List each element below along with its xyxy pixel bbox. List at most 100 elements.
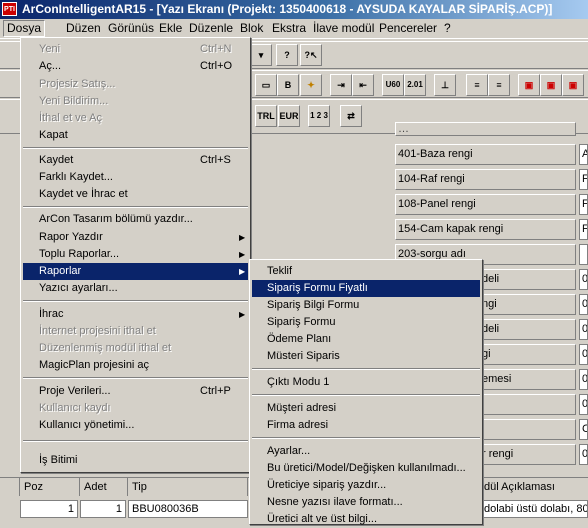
submenu-item-musteri-adresi[interactable]: Müşteri adresi	[252, 400, 480, 417]
property-value[interactable]: F	[579, 169, 588, 190]
swap-icon[interactable]: ⇄	[340, 105, 362, 127]
menu-ekle[interactable]: Ekle	[156, 21, 185, 36]
property-value[interactable]: 0	[579, 294, 588, 315]
cell-aciklama[interactable]: dolabi üstü dolabı, 80x3	[480, 500, 588, 518]
wand-icon[interactable]: ✦	[300, 74, 322, 96]
submenu-item-siparis-formu[interactable]: Sipariş Formu	[252, 314, 480, 331]
dosya-menu: Yeni Ctrl+N Aç... Ctrl+O Projesiz Satış...…	[20, 37, 251, 473]
menu-separator	[252, 368, 480, 370]
menu-blok[interactable]: Blok	[237, 21, 266, 36]
frame-icon[interactable]: ▭	[255, 74, 277, 96]
menu-item-magicplan[interactable]: MagicPlan projesini aç	[23, 357, 248, 374]
property-value[interactable]: 0	[579, 319, 588, 340]
menu-separator	[23, 147, 248, 149]
property-label: 401-Baza rengi	[395, 144, 576, 165]
submenu-item-cikti-modu-1[interactable]: Çıktı Modu 1	[252, 374, 480, 391]
help-icon[interactable]: ?	[276, 44, 298, 66]
menu-gorunus[interactable]: Görünüs	[105, 21, 157, 36]
window-title: ArConIntelligentAR15 - [Yazı Ekranı (Pro…	[22, 2, 553, 16]
menu-duzenle[interactable]: Düzenle	[186, 21, 236, 36]
menu-dosya[interactable]: Dosya	[3, 20, 46, 37]
menu-item-kapat[interactable]: Kapat	[23, 127, 248, 144]
cell-adet[interactable]: 1	[80, 500, 126, 518]
property-value[interactable]: F	[579, 219, 588, 240]
menu-item-yeni[interactable]: Yeni Ctrl+N	[23, 41, 248, 58]
menu-item-yazici-ayarlari[interactable]: Yazıcı ayarları...	[23, 280, 248, 297]
menu-item-ac[interactable]: Aç... Ctrl+O	[23, 58, 248, 75]
column-header-adet[interactable]: Adet	[80, 478, 128, 496]
column-header-poz[interactable]: Poz	[20, 478, 80, 496]
property-value[interactable]: 0	[579, 369, 588, 390]
menu-item-kaydet[interactable]: Kaydet Ctrl+S	[23, 152, 248, 169]
export-red-icon[interactable]: ▣	[518, 74, 540, 96]
cell-tip[interactable]: BBU080036B	[128, 500, 248, 518]
currency-trl-button[interactable]: TRL	[255, 105, 277, 127]
menu-item-kullanici-kaydi[interactable]: Kullanıcı kaydı	[23, 400, 248, 417]
align-right-icon[interactable]: ≡	[488, 74, 510, 96]
menu-item-yeni-bildirim[interactable]: Yeni Bildirim...	[23, 93, 248, 110]
menu-item-duzenlenmis-modul[interactable]: Düzenlenmiş modül ithal et	[23, 340, 248, 357]
submenu-item-kullanilmadi[interactable]: Bu üretici/Model/Değişken kullanılmadı..…	[252, 460, 480, 477]
export-red-3-icon[interactable]: ▣	[562, 74, 584, 96]
submenu-item-siparis-bilgi-formu[interactable]: Sipariş Bilgi Formu	[252, 297, 480, 314]
version-button[interactable]: 2.01	[404, 74, 426, 96]
submenu-item-teklif[interactable]: Teklif	[252, 263, 480, 280]
property-label: 154-Cam kapak rengi	[395, 219, 576, 240]
currency-eur-button[interactable]: EUR	[278, 105, 300, 127]
menu-duzen[interactable]: Düzen	[63, 21, 104, 36]
menu-help[interactable]: ?	[441, 21, 454, 36]
property-value[interactable]: 0	[579, 394, 588, 415]
submenu-item-musteri-siparis[interactable]: Müsteri Siparis	[252, 348, 480, 365]
submenu-item-nesne-yazisi[interactable]: Nesne yazısı ilave formatı...	[252, 494, 480, 511]
property-value[interactable]: C	[579, 419, 588, 440]
menu-separator	[23, 377, 248, 379]
menu-item-raporlar[interactable]: Raporlar ▶	[23, 263, 248, 280]
move-left-icon[interactable]: ⇤	[352, 74, 374, 96]
column-header-tip[interactable]: Tip	[128, 478, 248, 496]
context-help-icon[interactable]: ?↖	[300, 44, 322, 66]
u60-button[interactable]: U60	[382, 74, 404, 96]
column-header-aciklama[interactable]: dül Açıklaması	[480, 478, 588, 496]
property-value[interactable]: F	[579, 194, 588, 215]
align-left-icon[interactable]: ≡	[466, 74, 488, 96]
menu-separator	[252, 437, 480, 439]
menu-item-kaydet-ihrac[interactable]: Kaydet ve İhrac et	[23, 186, 248, 203]
menu-item-rapor-yazdir[interactable]: Rapor Yazdır ▶	[23, 229, 248, 246]
menu-item-proje-verileri[interactable]: Proje Verileri... Ctrl+P	[23, 383, 248, 400]
submenu-item-siparis-formu-fiyatli[interactable]: Sipariş Formu Fiyatlı	[252, 280, 480, 297]
submenu-item-firma-adresi[interactable]: Firma adresi	[252, 417, 480, 434]
property-value[interactable]: A	[579, 144, 588, 165]
menu-item-is-bitimi[interactable]: İş Bitimi	[23, 452, 248, 469]
menu-item-arcon-tasarim-yazdir[interactable]: ArCon Tasarım bölümü yazdır...	[23, 211, 248, 228]
cell-poz[interactable]: 1	[20, 500, 78, 518]
submenu-item-uretici-alt-ust[interactable]: Üretici alt ve üst bilgi...	[252, 511, 480, 528]
menu-separator	[23, 300, 248, 302]
menu-item-internet-ithal[interactable]: İnternet projesini ithal et	[23, 323, 248, 340]
numbering-button[interactable]: 1 2 3	[308, 105, 330, 127]
submenu-item-ureticiye-siparis[interactable]: Üreticiye sipariş yazdır...	[252, 477, 480, 494]
menu-item-farkli-kaydet[interactable]: Farklı Kaydet...	[23, 169, 248, 186]
grid-corner	[0, 478, 20, 496]
menu-item-kullanici-yonetimi[interactable]: Kullanıcı yönetimi...	[23, 417, 248, 434]
submenu-arrow-icon: ▶	[239, 310, 246, 319]
menu-separator	[23, 440, 248, 442]
property-value[interactable]: 0	[579, 269, 588, 290]
property-value[interactable]	[579, 244, 588, 265]
box-b-icon[interactable]: B	[277, 74, 299, 96]
menu-ekstra[interactable]: Ekstra	[269, 21, 309, 36]
export-red-2-icon[interactable]: ▣	[540, 74, 562, 96]
tree-icon[interactable]: ⊥	[434, 74, 456, 96]
menu-item-ihrac[interactable]: İhrac ▶	[23, 306, 248, 323]
property-value[interactable]: 0	[579, 444, 588, 465]
menu-item-toplu-raporlar[interactable]: Toplu Raporlar... ▶	[23, 246, 248, 263]
menu-pencereler[interactable]: Pencereler	[376, 21, 440, 36]
move-right-icon[interactable]: ⇥	[330, 74, 352, 96]
menu-item-ithal-et-ac[interactable]: İthal et ve Aç	[23, 110, 248, 127]
dropdown-arrow-button[interactable]: ▾	[250, 44, 272, 66]
menu-ilave-modul[interactable]: İlave modül	[310, 21, 377, 36]
menu-item-projesiz-satis[interactable]: Projesiz Satış...	[23, 76, 248, 93]
submenu-item-odeme-plani[interactable]: Ödeme Planı	[252, 331, 480, 348]
submenu-item-ayarlar[interactable]: Ayarlar...	[252, 443, 480, 460]
app-icon[interactable]: PTI	[2, 2, 17, 16]
property-value[interactable]: 0	[579, 344, 588, 365]
